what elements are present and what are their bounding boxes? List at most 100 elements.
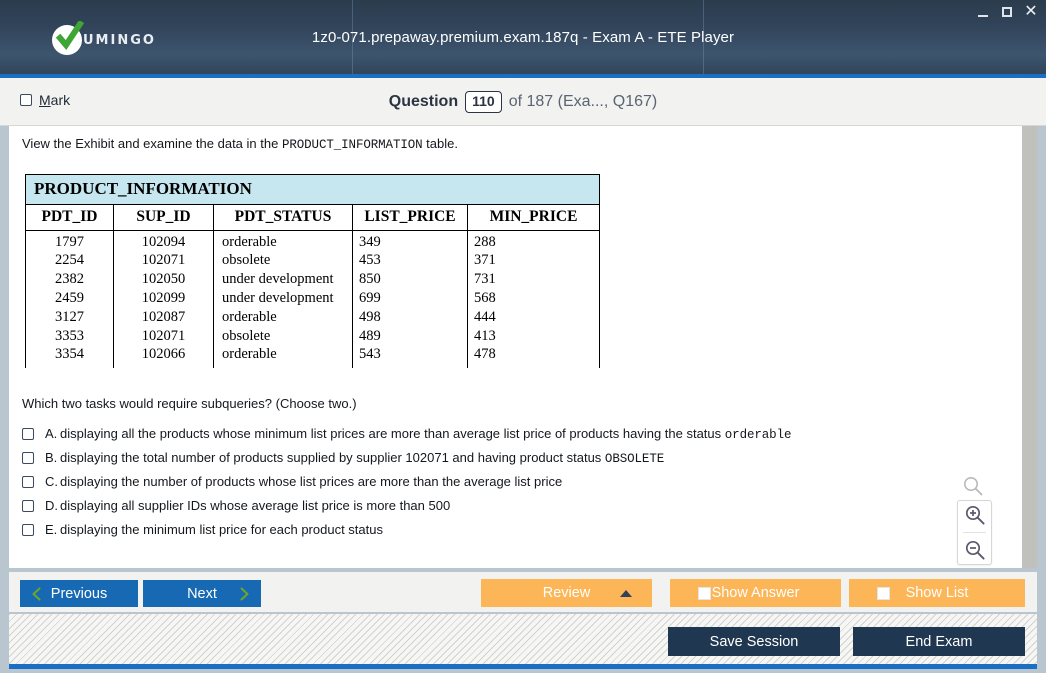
cell-pdt-status: obsolete: [213, 327, 353, 346]
cell-pdt-id: 1797: [25, 230, 114, 251]
option-a[interactable]: A. displaying all the products whose min…: [22, 422, 982, 446]
cell-pdt-id: 3354: [25, 346, 114, 368]
window-title: 1z0-071.prepaway.premium.exam.187q - Exa…: [311, 28, 735, 46]
option-b-text: displaying the total number of products …: [60, 446, 664, 471]
cell-min-price: 444: [467, 308, 600, 327]
cell-min-price: 288: [467, 230, 600, 251]
cell-sup-id: 102050: [113, 270, 214, 289]
option-c-checkbox[interactable]: [22, 476, 34, 488]
cell-pdt-status: under development: [213, 270, 353, 289]
show-list-button-label: Show List: [905, 585, 969, 601]
option-d-text: displaying all supplier IDs whose averag…: [60, 498, 451, 513]
next-button[interactable]: Next: [143, 580, 261, 607]
magnifier-icon[interactable]: [962, 475, 984, 497]
cell-pdt-id: 3127: [25, 308, 114, 327]
cell-list-price: 489: [352, 327, 468, 346]
cell-min-price: 731: [467, 270, 600, 289]
zoom-in-icon[interactable]: [964, 504, 986, 526]
end-exam-button[interactable]: End Exam: [853, 627, 1025, 656]
option-b-text-before: displaying the total number of products …: [60, 450, 605, 465]
option-d-letter: D.: [45, 498, 58, 513]
option-d[interactable]: D. displaying all supplier IDs whose ave…: [22, 494, 982, 518]
option-c[interactable]: C. displaying the number of products who…: [22, 470, 982, 494]
option-e-letter: E.: [45, 522, 58, 537]
question-prompt: Which two tasks would require subqueries…: [22, 396, 357, 411]
answer-options-list: A. displaying all the products whose min…: [22, 422, 982, 542]
cell-min-price: 568: [467, 289, 600, 308]
chevron-right-icon: [240, 587, 249, 601]
option-d-checkbox[interactable]: [22, 500, 34, 512]
table-row: 1797 102094 orderable 349 288: [25, 230, 600, 251]
logo-circle-icon: [52, 21, 84, 55]
column-header-pdt-status: PDT_STATUS: [213, 204, 353, 231]
ete-player-window: UMINGO 1z0-071.prepaway.premium.exam.187…: [0, 0, 1046, 673]
cell-list-price: 453: [352, 251, 468, 270]
question-counter: Question 110 of 187 (Exa..., Q167): [0, 78, 1046, 126]
maximize-icon[interactable]: [1000, 5, 1014, 19]
cell-sup-id: 102094: [113, 230, 214, 251]
exhibit-title-row: PRODUCT_INFORMATION: [25, 174, 600, 205]
option-b[interactable]: B. displaying the total number of produc…: [22, 446, 982, 470]
previous-button[interactable]: Previous: [20, 580, 138, 607]
cell-sup-id: 102071: [113, 327, 214, 346]
table-row: 3127 102087 orderable 498 444: [25, 308, 600, 327]
option-a-letter: A.: [45, 426, 58, 441]
cell-pdt-status: orderable: [213, 346, 353, 368]
cell-pdt-status: under development: [213, 289, 353, 308]
table-row: 2254 102071 obsolete 453 371: [25, 251, 600, 270]
close-icon[interactable]: ✕: [1024, 4, 1038, 20]
cell-min-price: 413: [467, 327, 600, 346]
bottom-accent-bar: [9, 664, 1037, 669]
show-list-button[interactable]: Show List: [849, 579, 1025, 607]
option-e[interactable]: E. displaying the minimum list price for…: [22, 518, 982, 542]
previous-button-label: Previous: [50, 585, 108, 602]
save-session-button[interactable]: Save Session: [668, 627, 840, 656]
option-e-checkbox[interactable]: [22, 524, 34, 536]
action-bar: Previous Next Review Show Answer Show Li…: [9, 572, 1037, 612]
content-scrollbar[interactable]: [1022, 126, 1037, 568]
cell-min-price: 478: [467, 346, 600, 368]
show-answer-button[interactable]: Show Answer: [670, 579, 841, 607]
zoom-out-icon[interactable]: [964, 539, 986, 561]
question-number-input[interactable]: 110: [465, 91, 502, 113]
stem-table-name: PRODUCT_INFORMATION: [281, 138, 423, 152]
question-stem: View the Exhibit and examine the data in…: [22, 136, 458, 152]
option-a-text: displaying all the products whose minimu…: [60, 422, 791, 447]
show-list-checkbox[interactable]: [877, 587, 890, 600]
vumingo-logo: UMINGO: [52, 21, 156, 55]
cell-list-price: 850: [352, 270, 468, 289]
stem-text-before: View the Exhibit and examine the data in…: [22, 136, 282, 151]
next-button-label: Next: [187, 585, 217, 602]
mark-control[interactable]: Mark: [20, 92, 70, 108]
cell-list-price: 498: [352, 308, 468, 327]
mark-checkbox[interactable]: [20, 94, 32, 106]
review-button-label: Review: [542, 585, 591, 601]
table-row: 3354 102066 orderable 543 478: [25, 346, 600, 368]
cell-min-price: 371: [467, 251, 600, 270]
exhibit-head: PRODUCT_INFORMATION PDT_ID SUP_ID PDT_ST…: [25, 174, 600, 231]
column-header-min-price: MIN_PRICE: [467, 204, 600, 231]
option-b-text-mono: OBSOLETE: [604, 452, 665, 466]
option-a-checkbox[interactable]: [22, 428, 34, 440]
option-a-text-before: displaying all the products whose minimu…: [60, 426, 725, 441]
option-b-checkbox[interactable]: [22, 452, 34, 464]
show-answer-button-label: Show Answer: [711, 585, 800, 601]
table-row: 3353 102071 obsolete 489 413: [25, 327, 600, 346]
cell-pdt-id: 3353: [25, 327, 114, 346]
review-button[interactable]: Review: [481, 579, 652, 607]
content-inner: View the Exhibit and examine the data in…: [9, 126, 1022, 568]
cell-pdt-status: orderable: [213, 308, 353, 327]
minimize-icon[interactable]: [976, 5, 990, 19]
cell-list-price: 543: [352, 346, 468, 368]
title-bar: UMINGO 1z0-071.prepaway.premium.exam.187…: [0, 0, 1046, 78]
question-content-panel: View the Exhibit and examine the data in…: [9, 126, 1037, 568]
window-controls: ✕: [976, 4, 1038, 20]
question-label: Question: [388, 93, 459, 110]
chevron-left-icon: [32, 587, 41, 601]
option-c-letter: C.: [45, 474, 58, 489]
cell-list-price: 699: [352, 289, 468, 308]
cell-pdt-status: obsolete: [213, 251, 353, 270]
column-header-list-price: LIST_PRICE: [352, 204, 468, 231]
mark-label-rest: ark: [50, 92, 71, 108]
show-answer-checkbox[interactable]: [698, 587, 711, 600]
